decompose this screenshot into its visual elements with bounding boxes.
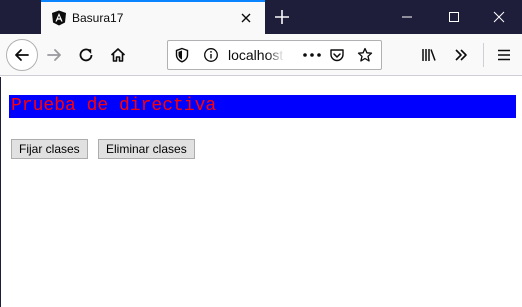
close-tab-icon[interactable]: [238, 10, 254, 26]
app-menu-button[interactable]: [492, 43, 516, 67]
reload-icon: [79, 48, 93, 62]
double-chevron-icon: [455, 49, 467, 61]
new-tab-button[interactable]: [272, 7, 292, 27]
close-icon: [493, 11, 505, 23]
minimize-button[interactable]: [384, 0, 430, 34]
maximize-icon: [449, 12, 459, 22]
reload-button[interactable]: [74, 43, 98, 67]
tab-title: Basura17: [72, 11, 124, 25]
navigation-toolbar: localhost:4200: [0, 34, 522, 76]
home-button[interactable]: [106, 43, 130, 67]
star-icon[interactable]: [357, 47, 373, 63]
arrow-right-icon: [47, 49, 61, 61]
close-window-button[interactable]: [476, 0, 522, 34]
shield-icon[interactable]: [174, 47, 190, 63]
tab-strip: Basura17: [0, 0, 522, 34]
hamburger-menu-icon: [498, 49, 510, 61]
remove-classes-button[interactable]: Eliminar clases: [98, 139, 195, 159]
page-content: Prueba de directiva Fijar clases Elimina…: [0, 77, 522, 307]
url-bar[interactable]: localhost:4200: [167, 40, 382, 70]
library-icon: [422, 49, 436, 61]
minimize-icon: [402, 16, 412, 18]
arrow-left-icon: [15, 49, 29, 61]
more-dots-icon[interactable]: [301, 47, 323, 63]
info-icon[interactable]: [203, 47, 219, 63]
forward-button[interactable]: [42, 43, 66, 67]
overflow-menu-button[interactable]: [449, 43, 473, 67]
pocket-icon[interactable]: [329, 47, 345, 63]
library-button[interactable]: [417, 43, 441, 67]
set-classes-button[interactable]: Fijar clases: [11, 139, 88, 159]
back-button[interactable]: [6, 39, 38, 71]
plus-icon: [275, 10, 289, 24]
home-icon: [110, 48, 126, 62]
directive-heading: Prueba de directiva: [9, 95, 516, 118]
tab-active[interactable]: Basura17: [41, 0, 265, 34]
maximize-button[interactable]: [431, 0, 477, 34]
toolbar-separator: [483, 43, 484, 67]
angular-logo-icon: [51, 10, 67, 26]
url-text[interactable]: localhost:4200: [228, 47, 284, 63]
